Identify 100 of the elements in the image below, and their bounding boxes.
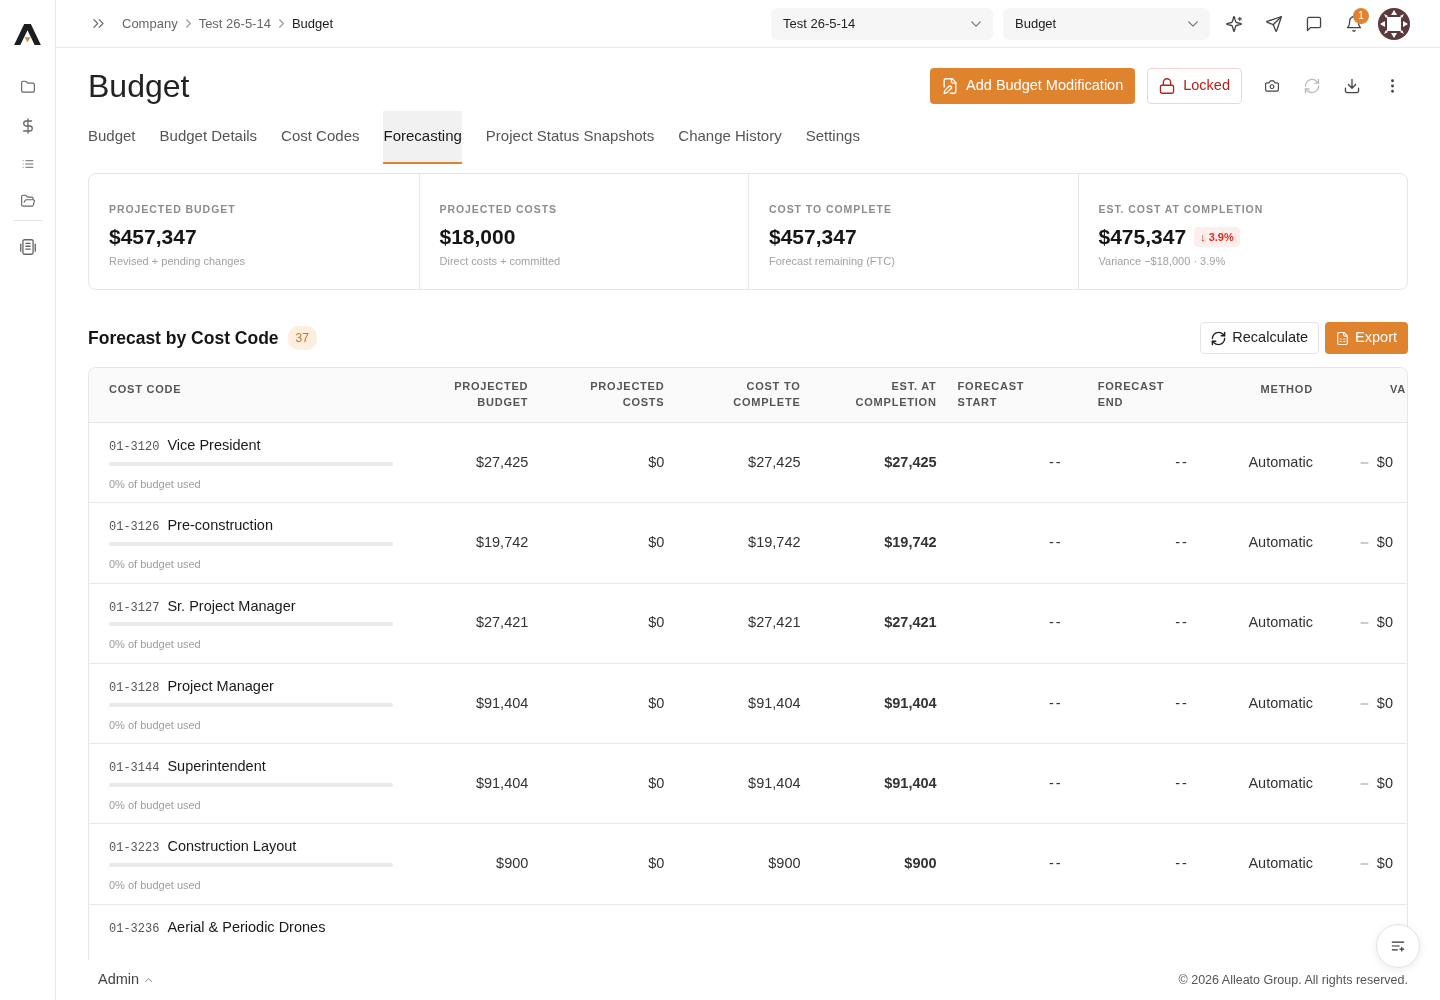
column-header[interactable]: COST CODE (109, 381, 182, 397)
variance-value: $0 (1376, 774, 1393, 791)
cost-code-name[interactable]: Construction Layout (167, 836, 297, 858)
stat-label: PROJECTED COSTS (439, 202, 558, 216)
cost-code: 01-3126 (109, 519, 160, 537)
floating-action-button[interactable] (1376, 924, 1420, 968)
column-header[interactable]: METHOD (1260, 381, 1313, 397)
cost-code-name[interactable]: Pre-construction (167, 515, 273, 537)
cost-code-name[interactable]: Project Manager (167, 675, 274, 698)
chat-icon (1306, 15, 1322, 32)
section-title: Forecast by Cost Code (88, 326, 279, 350)
column-header[interactable]: PROJECTED BUDGET (444, 378, 529, 410)
table-cell: $27,421 (684, 583, 821, 664)
user-menu-button[interactable]: Admin (98, 969, 153, 991)
logo-icon[interactable] (14, 24, 41, 45)
more-options-icon (1390, 79, 1394, 93)
cost-code-name[interactable]: Aerial & Periodic Drones (167, 916, 326, 939)
table-cell: Automatic (1208, 422, 1333, 503)
table-cell: -- (1082, 502, 1209, 583)
breadcrumb-link[interactable]: Budget (291, 13, 334, 34)
table-cell: $91,404 (820, 743, 957, 824)
table-cell: $27,421 (410, 583, 549, 664)
avatar-icon[interactable] (1378, 7, 1410, 40)
tab[interactable]: Change History (678, 111, 782, 164)
camera-icon (1264, 79, 1280, 93)
table-cell: $0 (548, 583, 685, 664)
chevron-right-icon (185, 19, 191, 28)
minus-icon (1359, 702, 1369, 705)
cost-code-name[interactable]: Sr. Project Manager (167, 595, 296, 618)
table-cell: -- (1082, 743, 1209, 824)
tab[interactable]: Project Status Snapshots (485, 111, 655, 164)
locked-button[interactable]: Locked (1147, 68, 1242, 104)
column-header[interactable]: VA (1390, 381, 1406, 397)
table-cell: $91,404 (410, 743, 549, 824)
breadcrumb-link[interactable]: Test 26-5-14 (198, 13, 271, 34)
stat-label: EST. COST AT COMPLETION (1098, 202, 1265, 216)
recalculate-button[interactable]: Recalculate (1200, 322, 1320, 354)
tab[interactable]: Forecasting (383, 111, 462, 164)
documents-button[interactable] (19, 194, 36, 208)
table-cell: -- (956, 583, 1083, 664)
column-header[interactable]: FORECAST END (1097, 378, 1189, 410)
table-cell: -- (1082, 583, 1209, 664)
stat-label: COST TO COMPLETE (769, 202, 893, 216)
column-header[interactable]: COST TO COMPLETE (716, 378, 801, 410)
variance-value: $0 (1376, 534, 1393, 550)
stat-label: PROJECTED BUDGET (109, 202, 237, 216)
list-button[interactable] (20, 158, 35, 170)
budget-used-text: 0% of budget used (109, 557, 202, 572)
cost-code-name[interactable]: Superintendent (167, 756, 266, 778)
table-cell: Automatic (1208, 502, 1333, 583)
budget-button[interactable] (22, 118, 33, 134)
minus-icon (1359, 782, 1369, 785)
budget-used-text: 0% of budget used (109, 476, 202, 492)
stat-note: Variance −$18,000 · 3.9% (1098, 254, 1227, 269)
minus-icon (1359, 622, 1369, 625)
column-header[interactable]: FORECAST START (957, 378, 1063, 410)
open-folder-icon (19, 194, 36, 208)
cost-code: 01-3223 (109, 840, 160, 858)
table-cell: -- (1082, 823, 1209, 904)
tab[interactable]: Budget Details (159, 111, 258, 164)
column-header[interactable]: PROJECTED COSTS (568, 378, 665, 410)
table-cell: $0 (548, 823, 685, 904)
table-cell: -- (956, 422, 1083, 503)
project-select[interactable]: Test 26-5-14 (771, 7, 993, 40)
page-title: Budget (88, 68, 190, 104)
cost-code: 01-3236 (109, 920, 160, 938)
table-cell: $900 (410, 823, 549, 904)
sparkle-icon (1226, 15, 1242, 32)
refresh-icon (1211, 330, 1227, 346)
table-cell: Automatic (1208, 743, 1333, 824)
spreadsheet-icon (1336, 330, 1350, 346)
table-cell: -- (956, 823, 1083, 904)
reports-button[interactable] (19, 239, 36, 255)
list-plus-icon (1390, 939, 1406, 953)
download-icon (1344, 78, 1360, 94)
table-cell: $900 (820, 823, 957, 904)
expand-sidebar-button[interactable] (93, 19, 104, 28)
tab[interactable]: Cost Codes (281, 111, 360, 164)
chevron-right-icon (278, 19, 284, 28)
cost-code-name[interactable]: Vice President (167, 435, 261, 457)
table-cell: Automatic (1208, 583, 1333, 664)
stat-value: $475,347 (1098, 224, 1187, 250)
cost-code: 01-3120 (109, 439, 160, 456)
minus-icon (1359, 542, 1369, 545)
table-cell: $27,425 (684, 422, 821, 503)
breadcrumb-link[interactable]: Company (122, 13, 178, 34)
variance-value: $0 (1376, 855, 1393, 871)
document-icon (19, 239, 36, 255)
count-badge: 37 (287, 326, 317, 350)
page-select[interactable]: Budget (1003, 7, 1210, 40)
table-cell: Automatic (1208, 823, 1333, 904)
file-pen-icon (942, 78, 959, 94)
cost-code: 01-3128 (109, 679, 160, 697)
tab[interactable]: Settings (805, 111, 860, 164)
variance-value: $0 (1376, 453, 1393, 470)
tab[interactable]: Budget (88, 111, 136, 164)
projects-button[interactable] (19, 80, 36, 94)
stat-note: Forecast remaining (FTC) (769, 254, 896, 269)
column-header[interactable]: EST. AT COMPLETION (852, 378, 937, 410)
table-cell: $91,404 (410, 663, 549, 744)
